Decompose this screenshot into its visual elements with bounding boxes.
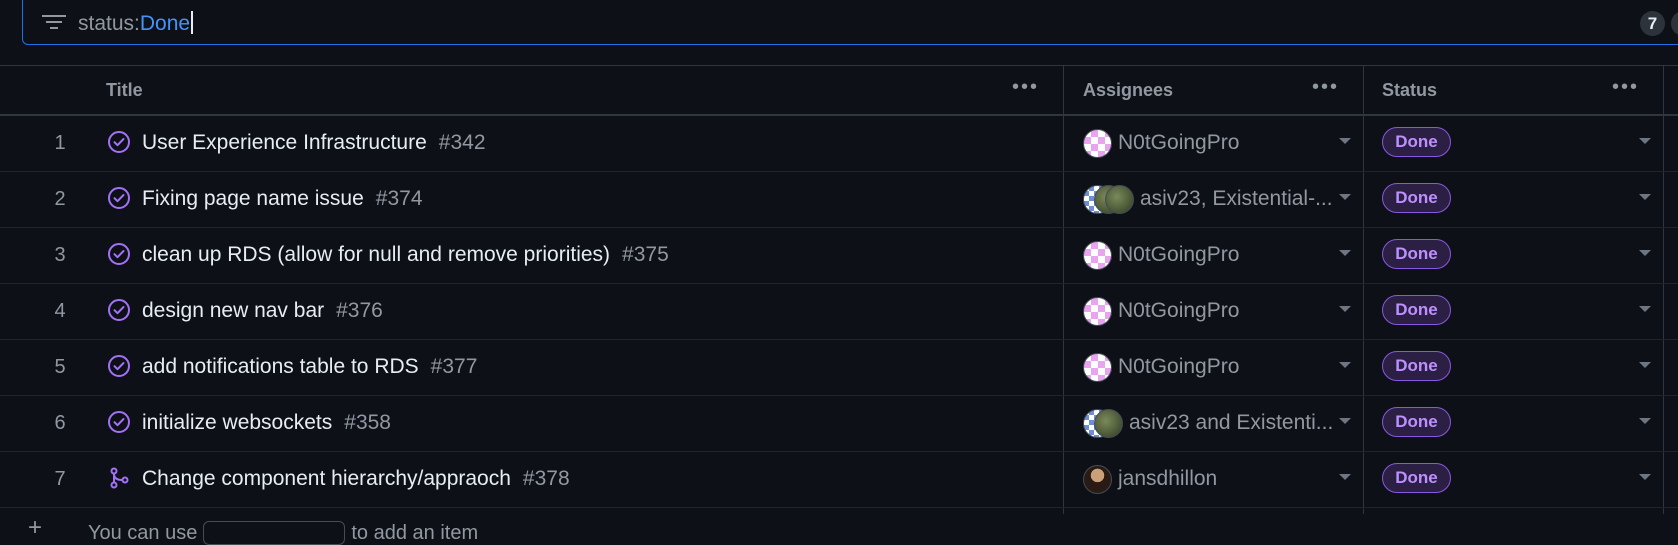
table-body: 1 User Experience Infrastructure #342 N0t…: [0, 116, 1678, 508]
filter-value: Done: [139, 12, 191, 35]
chevron-down-icon[interactable]: [1639, 306, 1651, 312]
assignee-names[interactable]: asiv23 and Existenti...: [1129, 411, 1333, 435]
avatar: [1105, 185, 1134, 214]
item-number: #358: [344, 411, 391, 434]
chevron-down-icon[interactable]: [1339, 362, 1351, 368]
assignee-names[interactable]: jansdhillon: [1118, 467, 1217, 491]
table-row[interactable]: 5 add notifications table to RDS #377 N0t…: [0, 340, 1678, 396]
item-title[interactable]: clean up RDS (allow for null and remove …: [142, 243, 669, 267]
column-status[interactable]: Status: [1382, 80, 1437, 101]
filter-icon[interactable]: [41, 13, 67, 31]
item-number: #378: [522, 467, 570, 490]
row-number: 1: [54, 132, 66, 154]
assignee-names[interactable]: N0tGoingPro: [1118, 355, 1239, 379]
avatar: [1083, 297, 1112, 326]
item-title-link[interactable]: Change component hierarchy/appraoch: [142, 467, 511, 490]
row-number: 5: [54, 356, 66, 378]
chevron-down-icon[interactable]: [1339, 306, 1351, 312]
table-row[interactable]: 2 Fixing page name issue #374 asiv23, Exi…: [0, 172, 1678, 228]
chevron-down-icon[interactable]: [1639, 474, 1651, 480]
chevron-down-icon[interactable]: [1639, 138, 1651, 144]
item-title-link[interactable]: Fixing page name issue: [142, 187, 364, 210]
table-header: Title ••• Assignees ••• Status •••: [0, 65, 1678, 514]
item-title-link[interactable]: User Experience Infrastructure: [142, 131, 427, 154]
column-title[interactable]: Title: [106, 80, 143, 101]
item-title-link[interactable]: design new nav bar: [142, 299, 324, 322]
item-title[interactable]: initialize websockets #358: [142, 411, 391, 435]
item-title-link[interactable]: initialize websockets: [142, 411, 332, 434]
chevron-down-icon[interactable]: [1339, 250, 1351, 256]
assignee-names[interactable]: N0tGoingPro: [1118, 243, 1239, 267]
closed-issue-icon: [107, 242, 131, 266]
text-cursor: [191, 11, 194, 34]
add-item-row[interactable]: + You can use to add an item: [0, 508, 1678, 545]
merged-pr-icon: [107, 466, 131, 490]
status-badge[interactable]: Done: [1382, 463, 1451, 493]
status-badge[interactable]: Done: [1382, 239, 1451, 269]
table-row[interactable]: 1 User Experience Infrastructure #342 N0t…: [0, 116, 1678, 172]
filter-bar[interactable]: status:Done: [22, 0, 1678, 45]
add-item-hint-after: to add an item: [351, 522, 479, 544]
chevron-down-icon[interactable]: [1339, 194, 1351, 200]
status-badge[interactable]: Done: [1382, 351, 1451, 381]
add-item-hint-before: You can use: [88, 522, 198, 544]
shortcut-key: [203, 521, 346, 545]
item-title[interactable]: add notifications table to RDS #377: [142, 355, 477, 379]
item-number: #374: [375, 187, 423, 210]
status-badge[interactable]: Done: [1382, 407, 1451, 437]
item-title-link[interactable]: clean up RDS (allow for null and remove …: [142, 243, 610, 266]
closed-issue-icon: [107, 130, 131, 154]
table-row[interactable]: 4 design new nav bar #376 N0tGoingPro Don…: [0, 284, 1678, 340]
result-count-badge: 7: [1640, 11, 1665, 36]
item-number: #377: [430, 355, 478, 378]
chevron-down-icon[interactable]: [1339, 418, 1351, 424]
row-number: 3: [54, 244, 66, 266]
assignee-names[interactable]: N0tGoingPro: [1118, 131, 1239, 155]
avatar: [1083, 241, 1112, 270]
row-number: 2: [54, 188, 66, 210]
avatar: [1083, 129, 1112, 158]
chevron-down-icon[interactable]: [1639, 194, 1651, 200]
title-column-menu-icon[interactable]: •••: [1012, 76, 1039, 99]
chevron-down-icon[interactable]: [1639, 362, 1651, 368]
table-row[interactable]: 3 clean up RDS (allow for null and remov…: [0, 228, 1678, 284]
avatar: [1094, 409, 1123, 438]
add-item-hint: You can use to add an item: [88, 521, 478, 545]
item-number: #375: [622, 243, 669, 266]
item-number: #376: [336, 299, 383, 322]
status-badge[interactable]: Done: [1382, 127, 1451, 157]
filter-key: status:: [78, 12, 140, 35]
item-title[interactable]: Change component hierarchy/appraoch #378: [142, 467, 570, 491]
avatar: [1083, 353, 1112, 382]
closed-issue-icon: [107, 410, 131, 434]
item-title[interactable]: design new nav bar #376: [142, 299, 383, 323]
row-number: 4: [54, 300, 66, 322]
row-number: 6: [54, 412, 66, 434]
table-row[interactable]: 6 initialize websockets #358 asiv23 and E…: [0, 396, 1678, 452]
table-row[interactable]: 7 Change component hierarchy/appraoch #37…: [0, 452, 1678, 508]
column-assignees[interactable]: Assignees: [1083, 80, 1173, 101]
closed-issue-icon: [107, 298, 131, 322]
assignees-column-menu-icon[interactable]: •••: [1312, 76, 1339, 99]
closed-issue-icon: [107, 354, 131, 378]
row-number: 7: [54, 468, 66, 490]
chevron-down-icon[interactable]: [1639, 418, 1651, 424]
chevron-down-icon[interactable]: [1639, 250, 1651, 256]
item-title-link[interactable]: add notifications table to RDS: [142, 355, 419, 378]
item-number: #342: [438, 131, 486, 154]
status-badge[interactable]: Done: [1382, 295, 1451, 325]
project-table: Title ••• Assignees ••• Status ••• 1 Use…: [0, 65, 1678, 545]
chevron-down-icon[interactable]: [1339, 138, 1351, 144]
item-title[interactable]: User Experience Infrastructure #342: [142, 131, 486, 155]
avatar: [1083, 465, 1112, 494]
closed-issue-icon: [107, 186, 131, 210]
status-column-menu-icon[interactable]: •••: [1612, 76, 1639, 99]
status-badge[interactable]: Done: [1382, 183, 1451, 213]
chevron-down-icon[interactable]: [1339, 474, 1351, 480]
plus-icon[interactable]: +: [28, 514, 42, 542]
filter-input[interactable]: status:Done: [78, 11, 194, 36]
item-title[interactable]: Fixing page name issue #374: [142, 187, 423, 211]
assignee-names[interactable]: asiv23, Existential-...: [1140, 187, 1333, 211]
assignee-names[interactable]: N0tGoingPro: [1118, 299, 1239, 323]
